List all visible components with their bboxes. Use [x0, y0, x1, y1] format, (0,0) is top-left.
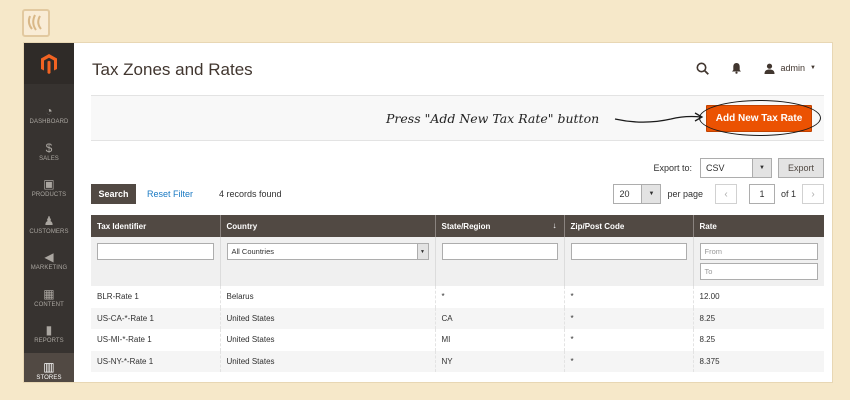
sidebar-item-dashboard[interactable]: ◔ DASHBOARD — [24, 97, 74, 134]
per-page-label: per page — [667, 189, 703, 199]
chevron-down-icon: ▼ — [416, 244, 428, 259]
column-header-country[interactable]: Country — [219, 215, 435, 237]
table-row[interactable]: US-CA-*-Rate 1 United States CA * 8.25 — [91, 307, 824, 329]
sidebar-item-label: PRODUCTS — [31, 192, 67, 199]
megaphone-icon: ◀ — [44, 250, 54, 265]
sidebar-item-content[interactable]: ▦ CONTENT — [24, 280, 74, 317]
chevron-down-icon: ▼ — [641, 185, 661, 203]
chevron-right-icon: › — [811, 188, 815, 200]
table-header-row: Tax Identifier Country State/Region ↓ Zip… — [91, 215, 824, 237]
sidebar-item-customers[interactable]: ♟ CUSTOMERS — [24, 207, 74, 244]
box-icon: ▣ — [43, 177, 55, 192]
sidebar-item-label: REPORTS — [34, 338, 64, 345]
zip-code-filter-input[interactable] — [570, 243, 687, 260]
content-icon: ▦ — [43, 286, 55, 301]
sidebar-item-marketing[interactable]: ◀ MARKETING — [24, 243, 74, 280]
chevron-down-icon: ▼ — [810, 65, 816, 71]
dollar-icon: $ — [45, 140, 53, 155]
previous-page-button[interactable]: ‹ — [714, 184, 737, 204]
pager: 20 ▼ per page ‹ 1 of 1 › — [613, 184, 824, 204]
state-region-filter-input[interactable] — [441, 243, 558, 260]
filter-row: All Countries ▼ From To — [91, 237, 824, 286]
export-format-select[interactable]: CSV ▼ — [700, 158, 772, 178]
rate-to-filter-input[interactable]: To — [699, 263, 818, 280]
export-controls: Export to: CSV ▼ Export — [653, 158, 824, 178]
country-filter-select[interactable]: All Countries ▼ — [226, 243, 429, 260]
page-title: Tax Zones and Rates — [92, 60, 253, 79]
per-page-value: 20 — [619, 189, 630, 199]
sidebar-item-stores[interactable]: ▥ STORES — [24, 352, 74, 382]
page-number-input[interactable]: 1 — [748, 184, 775, 204]
add-new-tax-rate-button[interactable]: Add New Tax Rate — [706, 105, 812, 132]
records-count: 4 records found — [219, 189, 282, 199]
column-header-tax-identifier[interactable]: Tax Identifier — [91, 215, 220, 237]
reset-filter-link[interactable]: Reset Filter — [147, 189, 193, 199]
person-icon: ♟ — [43, 213, 55, 228]
sidebar-item-label: CUSTOMERS — [29, 228, 69, 235]
corner-logo — [22, 9, 50, 37]
export-format-value: CSV — [706, 163, 725, 173]
sidebar-item-label: STORES — [36, 374, 62, 381]
magento-logo[interactable] — [24, 43, 74, 84]
chevron-down-icon: ▼ — [752, 159, 771, 177]
user-icon — [764, 63, 775, 74]
sidebar-item-label: DASHBOARD — [29, 119, 69, 126]
sort-arrow-icon: ↓ — [552, 221, 557, 230]
sidebar-item-label: CONTENT — [34, 301, 64, 308]
bell-icon[interactable] — [730, 61, 744, 75]
admin-user-menu[interactable]: admin ▼ — [764, 63, 816, 74]
dashboard-icon: ◔ — [45, 104, 53, 119]
per-page-select[interactable]: 20 ▼ — [613, 184, 662, 204]
export-button[interactable]: Export — [778, 158, 824, 178]
table-row[interactable]: BLR-Rate 1 Belarus * * 12.00 — [91, 286, 824, 308]
sidebar-item-reports[interactable]: ▮ REPORTS — [24, 316, 74, 353]
rate-from-filter-input[interactable]: From — [699, 243, 818, 260]
column-header-rate[interactable]: Rate — [692, 215, 824, 237]
tax-identifier-filter-input[interactable] — [97, 243, 214, 260]
sidebar-item-products[interactable]: ▣ PRODUCTS — [24, 170, 74, 207]
main-content: Tax Zones and Rates admin ▼ Press "Add N… — [74, 43, 832, 382]
admin-window: ◔ DASHBOARD $ SALES ▣ PRODUCTS ♟ CUSTOME… — [24, 43, 832, 382]
sidebar: ◔ DASHBOARD $ SALES ▣ PRODUCTS ♟ CUSTOME… — [24, 43, 74, 382]
sidebar-item-label: MARKETING — [30, 265, 68, 272]
sidebar-item-sales[interactable]: $ SALES — [24, 134, 74, 171]
next-page-button[interactable]: › — [802, 184, 824, 204]
arrow-annotation — [614, 112, 704, 123]
column-header-state-region[interactable]: State/Region ↓ — [434, 215, 564, 237]
total-pages-label: of 1 — [780, 189, 796, 199]
page-actions-bar: Press "Add New Tax Rate" button Add New … — [91, 95, 824, 141]
table-row[interactable]: US-MI-*-Rate 1 United States MI * 8.25 — [91, 329, 824, 351]
tax-rates-table: Tax Identifier Country State/Region ↓ Zip… — [91, 215, 824, 372]
search-icon[interactable] — [696, 61, 710, 75]
table-row[interactable]: US-NY-*-Rate 1 United States NY * 8.375 — [91, 350, 824, 372]
header-actions: admin ▼ — [676, 61, 816, 75]
instruction-annotation: Press "Add New Tax Rate" button — [386, 111, 600, 126]
grid-toolbar: Search Reset Filter 4 records found 20 ▼… — [91, 184, 824, 206]
export-label: Export to: — [653, 163, 692, 173]
sidebar-item-label: SALES — [39, 155, 59, 162]
store-icon: ▥ — [43, 359, 55, 374]
chevron-left-icon: ‹ — [724, 188, 728, 200]
admin-username: admin — [780, 63, 806, 73]
bar-chart-icon: ▮ — [45, 323, 53, 338]
column-header-zip-code[interactable]: Zip/Post Code — [563, 215, 693, 237]
search-button[interactable]: Search — [91, 184, 136, 204]
